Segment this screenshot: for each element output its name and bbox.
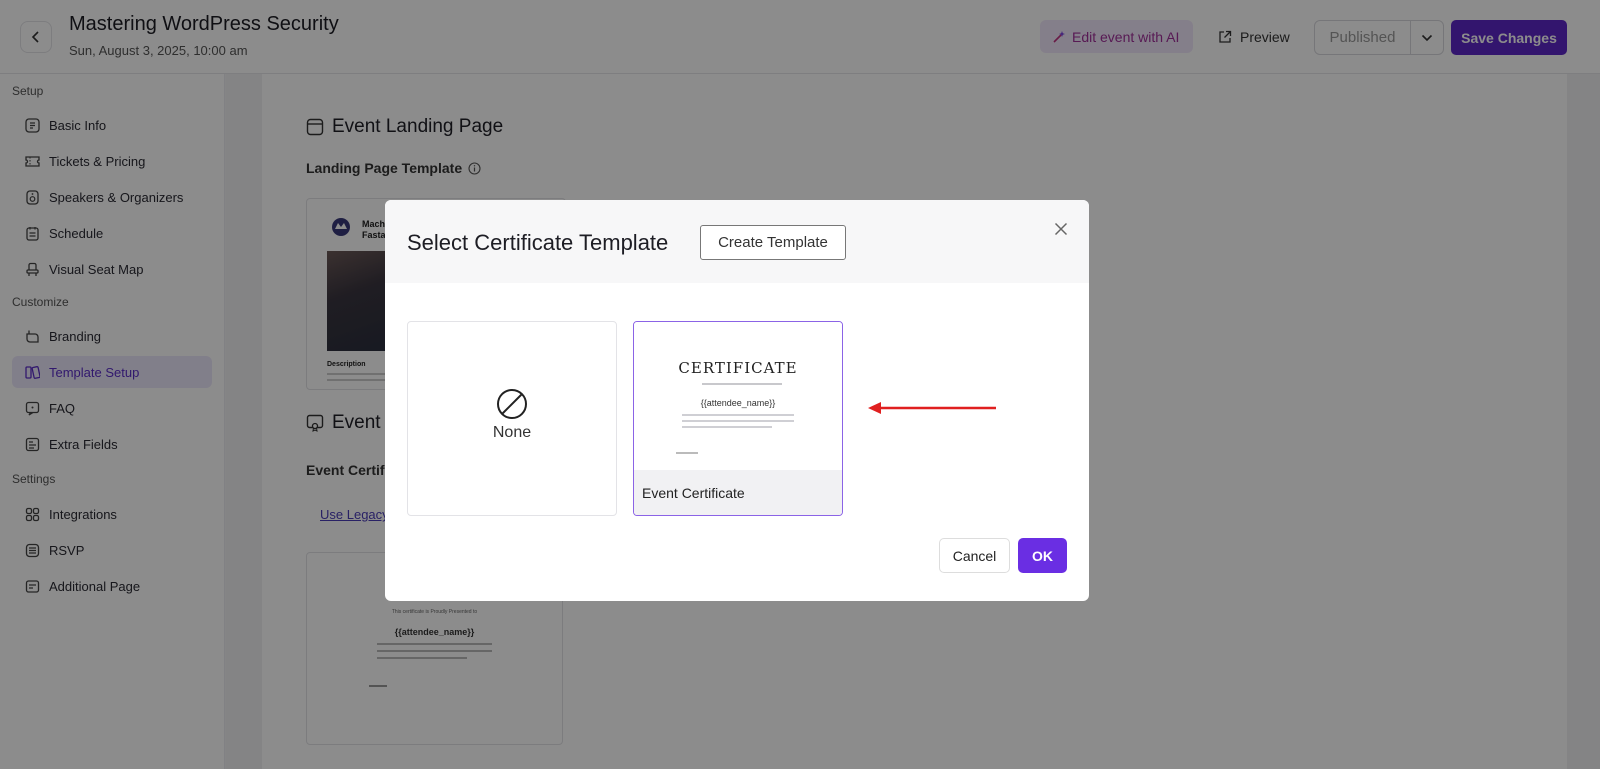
certificate-preview-heading: CERTIFICATE — [678, 359, 798, 377]
close-button[interactable] — [1050, 218, 1072, 240]
red-arrow-annotation — [868, 402, 996, 414]
certificate-preview: CERTIFICATE {{attendee_name}} — [634, 322, 842, 470]
dialog-title: Select Certificate Template — [407, 230, 669, 255]
close-icon — [1054, 222, 1068, 236]
template-option-none[interactable]: None — [407, 321, 617, 516]
cancel-button[interactable]: Cancel — [939, 538, 1010, 573]
template-option-label: Event Certificate — [634, 470, 842, 515]
certificate-preview-name: {{attendee_name}} — [700, 398, 776, 408]
ok-button[interactable]: OK — [1018, 538, 1067, 573]
template-option-event-certificate[interactable]: CERTIFICATE {{attendee_name}} Event Cert… — [633, 321, 843, 516]
certificate-preview-text-line — [682, 414, 794, 416]
certificate-preview-text-line — [682, 420, 794, 422]
dialog-header: Select Certificate Template Create Templ… — [385, 200, 1089, 283]
none-option-content: None — [408, 388, 616, 442]
certificate-preview-signature — [676, 452, 698, 454]
certificate-preview-text-line — [682, 426, 772, 428]
none-option-label: None — [492, 424, 532, 441]
certificate-template-dialog: Select Certificate Template Create Templ… — [385, 200, 1089, 601]
certificate-preview-subline — [702, 383, 782, 385]
no-template-icon — [497, 389, 527, 419]
create-template-button[interactable]: Create Template — [700, 225, 846, 260]
